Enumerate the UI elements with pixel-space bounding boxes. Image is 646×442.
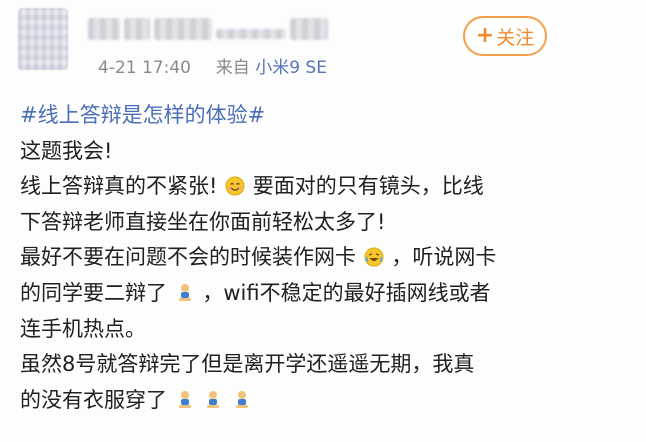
post-text: 下答辩老师直接坐在你面前轻松太多了! [20,209,386,234]
post-body: #线上答辩是怎样的体验# 这题我会! 线上答辩真的不紧张! 要面对的只有镜头，比… [20,98,620,418]
post-line: 最好不要在问题不会的时候装作网卡 ，听说网卡 [20,240,620,276]
post-device[interactable]: 小米9 SE [255,58,327,78]
blurred-name-segment [124,18,150,40]
post-text: 虽然8号就答辩完了但是离开学还遥遥无期，我真 [20,352,475,377]
post-line: 的没有衣服穿了 [20,383,620,419]
post-line: 下答辩老师直接坐在你面前轻松太多了! [20,205,620,241]
plus-icon: + [475,23,495,48]
blurred-badge-segment [290,18,328,40]
post-line: 的同学要二辩了 ，wifi不稳定的最好插网线或者 [20,276,620,312]
kneel-emoji-icon [236,390,249,408]
post-text: 连手机热点。 [20,316,146,341]
kneel-emoji-icon [207,390,220,408]
post-text: 的同学要二辩了 [20,280,167,305]
blurred-name-segment [216,29,286,39]
post-text: ，wifi不稳定的最好插网线或者 [202,280,491,305]
post-text: 要面对的只有镜头，比线 [252,174,484,199]
blurred-name-segment [88,18,120,40]
user-avatar[interactable] [18,8,68,70]
hashtag-link[interactable]: #线上答辩是怎样的体验# [20,103,265,127]
post-text: 的没有衣服穿了 [20,387,167,412]
follow-label: 关注 [496,26,535,49]
weibo-post-card: 4-21 17:40 来自 小米9 SE + 关注 #线上答辩是怎样的体验# 这… [0,0,646,442]
post-text: 最好不要在问题不会的时候装作网卡 [20,245,356,270]
kneel-emoji-icon [178,390,191,408]
post-text: 这题我会! [20,138,113,163]
post-meta: 4-21 17:40 来自 小米9 SE [98,53,327,78]
post-line: 线上答辩真的不紧张! 要面对的只有镜头，比线 [20,169,620,205]
post-text: 线上答辩真的不紧张! [20,174,218,199]
post-line: 这题我会! [20,134,620,170]
post-line: 虽然8号就答辩完了但是离开学还遥遥无期，我真 [20,347,620,383]
post-text: ，听说网卡 [391,245,497,270]
post-time: 4-21 17:40 [98,58,191,78]
follow-button[interactable]: + 关注 [463,16,547,56]
laugh-cry-emoji-icon [364,247,384,267]
kneel-emoji-icon [178,283,191,301]
post-line: 连手机热点。 [20,312,620,348]
post-line: #线上答辩是怎样的体验# [20,98,620,134]
post-source-prefix: 来自 [215,58,250,78]
blurred-name-segment [154,18,212,40]
smile-emoji-icon [225,176,245,196]
username-blurred[interactable] [88,14,328,44]
